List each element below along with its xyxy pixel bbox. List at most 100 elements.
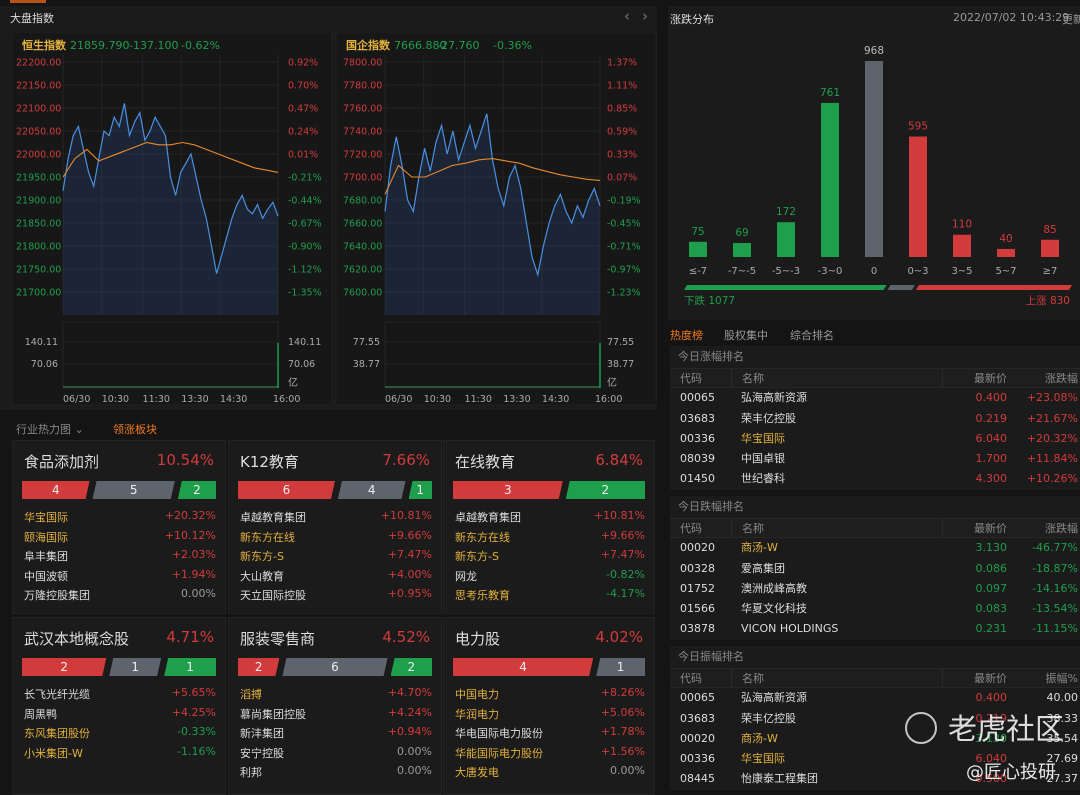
distribution-bar[interactable] bbox=[997, 248, 1015, 257]
stock-name: 长飞光纤光缆 bbox=[24, 688, 90, 701]
sector-stock-row[interactable]: 华能国际电力股份 +1.56% bbox=[455, 745, 645, 765]
sector-stock-row[interactable]: 卓越教育集团 +10.81% bbox=[240, 509, 432, 529]
stock-name: 颐海国际 bbox=[24, 530, 68, 544]
volume-axis-label: 70.06 bbox=[31, 359, 58, 370]
sector-stock-row[interactable]: 阜丰集团 +2.03% bbox=[24, 548, 216, 568]
tiger-logo-icon bbox=[905, 712, 937, 744]
table-row[interactable]: 00328 爱高集团 0.086 -18.87% bbox=[670, 559, 1080, 579]
sector-card[interactable]: 在线教育 6.84% 3 2 卓越教育集团 +10.81% 新东方在线 +9.66% 新东方-S… bbox=[443, 440, 655, 614]
volume-axis-label: 38.77 bbox=[353, 359, 380, 370]
sector-card[interactable]: K12教育 7.66% 6 4 1 卓越教育集团 +10.81% 新东方在线 +9.66% 新东方… bbox=[228, 440, 442, 614]
table-row[interactable]: 00020 商汤-W 3.130 -46.77% bbox=[670, 538, 1080, 558]
sector-card[interactable]: 武汉本地概念股 4.71% 2 1 1 长飞光纤光缆 +5.65% 周黑鸭 +4.25% 东风集团… bbox=[12, 617, 226, 795]
rank-tab[interactable]: 股权集中 bbox=[724, 327, 768, 343]
rank-tab[interactable]: 热度榜 bbox=[670, 327, 703, 343]
index-change: -27.760 bbox=[437, 39, 479, 52]
column-header[interactable]: 名称 bbox=[731, 669, 942, 688]
sector-stock-row[interactable]: 滔搏 +4.70% bbox=[240, 686, 432, 706]
distribution-bar[interactable] bbox=[733, 243, 751, 257]
table-row[interactable]: 01566 华夏文化科技 0.083 -13.54% bbox=[670, 599, 1080, 619]
distribution-bar[interactable] bbox=[1041, 239, 1059, 257]
sector-stock-row[interactable]: 天立国际控股 +0.95% bbox=[240, 587, 432, 607]
column-header[interactable]: 最新价 bbox=[942, 369, 1012, 388]
distribution-bar[interactable] bbox=[821, 102, 839, 257]
column-header[interactable]: 振幅% bbox=[1012, 669, 1080, 687]
bar-category-label: 0 bbox=[871, 266, 877, 277]
sector-card[interactable]: 服装零售商 4.52% 2 6 2 滔搏 +4.70% 慕尚集团控股 +4.24% 新沣集团 +0.… bbox=[228, 617, 442, 795]
sector-stock-row[interactable]: 安宁控股 0.00% bbox=[240, 745, 432, 765]
sector-stock-row[interactable]: 中国电力 +8.26% bbox=[455, 686, 645, 706]
table-row[interactable]: 00065 弘海高新资源 0.400 +23.08% bbox=[670, 388, 1080, 408]
table-row[interactable]: 08039 中国卓银 1.700 +11.84% bbox=[670, 449, 1080, 469]
sector-stock-row[interactable]: 卓越教育集团 +10.81% bbox=[455, 509, 645, 529]
stock-name: 周黑鸭 bbox=[24, 707, 57, 721]
stock-name: 华夏文化科技 bbox=[741, 602, 807, 616]
sector-stock-row[interactable]: 长飞光纤光缆 +5.65% bbox=[24, 686, 216, 706]
table-row[interactable]: 00336 华宝国际 6.040 +20.32% bbox=[670, 429, 1080, 449]
stock-name: 网龙 bbox=[455, 569, 477, 583]
rank-tab[interactable]: 综合排名 bbox=[790, 327, 834, 343]
sector-card[interactable]: 食品添加剂 10.54% 4 5 2 华宝国际 +20.32% 颐海国际 +10.12% 阜丰集团… bbox=[12, 440, 226, 614]
sector-stock-row[interactable]: 东风集团股份 -0.33% bbox=[24, 725, 216, 745]
sector-stock-row[interactable]: 网龙 -0.82% bbox=[455, 568, 645, 588]
sector-stock-row[interactable]: 慕尚集团控股 +4.24% bbox=[240, 706, 432, 726]
stock-change: +9.66% bbox=[387, 528, 432, 542]
distribution-bar[interactable] bbox=[865, 61, 883, 257]
stock-code: 01752 bbox=[680, 581, 715, 595]
sector-card[interactable]: 电力股 4.02% 4 1 中国电力 +8.26% 华润电力 +5.06% 华电国际电力股份 +1… bbox=[443, 617, 655, 795]
stock-price: 0.400 bbox=[975, 391, 1008, 405]
table-row[interactable]: 03683 荣丰亿控股 0.219 +21.67% bbox=[670, 409, 1080, 429]
tab-industry-heatmap[interactable]: 行业热力图 ⌄ bbox=[16, 421, 84, 437]
distribution-bar[interactable] bbox=[953, 234, 971, 257]
sector-stock-row[interactable]: 周黑鸭 +4.25% bbox=[24, 706, 216, 726]
column-header[interactable]: 名称 bbox=[731, 519, 942, 538]
stock-change: +0.95% bbox=[387, 587, 432, 600]
sector-pct: 10.54% bbox=[156, 451, 214, 469]
distribution-bar[interactable] bbox=[909, 136, 927, 257]
stock-code: 01566 bbox=[680, 602, 715, 616]
sector-stock-row[interactable]: 万隆控股集团 0.00% bbox=[24, 587, 216, 607]
stock-name: 华宝国际 bbox=[741, 752, 785, 766]
sector-pct: 4.71% bbox=[166, 628, 214, 646]
index-pct: -0.36% bbox=[493, 39, 532, 52]
sector-stock-row[interactable]: 大唐发电 0.00% bbox=[455, 764, 645, 784]
distribution-bar[interactable] bbox=[689, 241, 707, 257]
time-axis-label: 16:00 bbox=[273, 394, 300, 405]
column-header[interactable]: 涨跌幅 bbox=[1012, 369, 1080, 387]
sector-stock-row[interactable]: 新东方-S +7.47% bbox=[455, 548, 645, 568]
column-header[interactable]: 代码 bbox=[670, 519, 731, 537]
sector-stock-row[interactable]: 中国波顿 +1.94% bbox=[24, 568, 216, 588]
tab-leading-sectors[interactable]: 领涨板块 bbox=[113, 421, 157, 437]
time-axis-label: 06/30 bbox=[63, 394, 90, 405]
column-header[interactable]: 名称 bbox=[731, 369, 942, 388]
column-header[interactable]: 代码 bbox=[670, 369, 731, 387]
column-header[interactable]: 最新价 bbox=[942, 519, 1012, 538]
sector-stock-row[interactable]: 小米集团-W -1.16% bbox=[24, 745, 216, 765]
table-row[interactable]: 03878 VICON HOLDINGS 0.231 -11.15% bbox=[670, 619, 1080, 639]
sector-stock-row[interactable]: 新东方-S +7.47% bbox=[240, 548, 432, 568]
sector-stock-row[interactable]: 华润电力 +5.06% bbox=[455, 706, 645, 726]
breadth-segment: 1 bbox=[596, 658, 645, 676]
sector-stock-row[interactable]: 华电国际电力股份 +1.78% bbox=[455, 725, 645, 745]
sector-stock-row[interactable]: 新东方在线 +9.66% bbox=[455, 529, 645, 549]
sector-stock-row[interactable]: 利邦 0.00% bbox=[240, 764, 432, 784]
column-header[interactable]: 代码 bbox=[670, 669, 731, 687]
sector-stock-row[interactable]: 新东方在线 +9.66% bbox=[240, 529, 432, 549]
sector-stock-row[interactable]: 大山教育 +4.00% bbox=[240, 568, 432, 588]
bar-value-label: 968 bbox=[864, 45, 884, 57]
breadth-segment: 2 bbox=[565, 481, 645, 499]
volume-axis-label: 77.55 bbox=[353, 337, 380, 348]
sector-stock-row[interactable]: 新沣集团 +0.94% bbox=[240, 725, 432, 745]
column-header[interactable]: 涨跌幅 bbox=[1012, 519, 1080, 537]
sector-stock-row[interactable]: 华宝国际 +20.32% bbox=[24, 509, 216, 529]
breadth-segment: 2 bbox=[390, 658, 432, 676]
distribution-bar[interactable] bbox=[777, 222, 795, 257]
column-header[interactable]: 最新价 bbox=[942, 669, 1012, 688]
table-row[interactable]: 01450 世纪睿科 4.300 +10.26% bbox=[670, 469, 1080, 489]
table-row[interactable]: 01752 澳洲成峰高教 0.097 -14.16% bbox=[670, 579, 1080, 599]
bar-value-label: 110 bbox=[952, 219, 972, 231]
sector-title: K12教育 bbox=[240, 453, 299, 471]
sector-stock-row[interactable]: 思考乐教育 -4.17% bbox=[455, 587, 645, 607]
sector-stock-row[interactable]: 颐海国际 +10.12% bbox=[24, 529, 216, 549]
volume-axis-label: 70.06 bbox=[288, 359, 315, 370]
